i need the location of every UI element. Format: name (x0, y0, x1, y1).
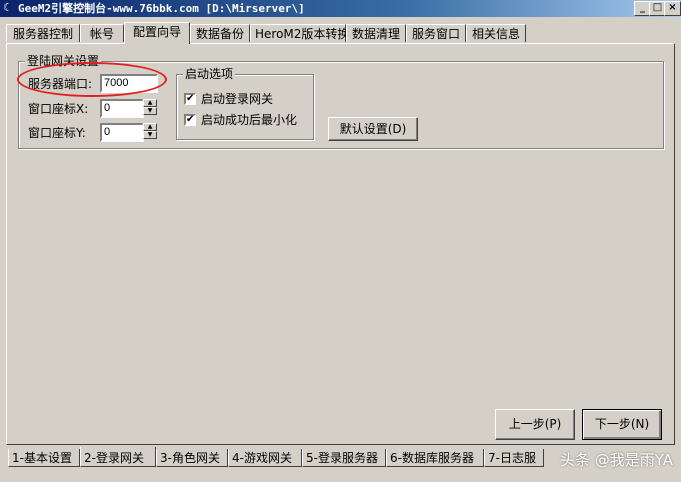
server-port-input[interactable]: 7000 (100, 74, 158, 93)
close-button[interactable]: × (664, 1, 681, 16)
window-x-label: 窗口座标X: (28, 102, 89, 116)
tab-data-backup[interactable]: 数据备份 (190, 24, 250, 42)
tab-game-gateway[interactable]: 4-游戏网关 (228, 449, 302, 467)
app-icon: ☾ (3, 1, 13, 14)
tab-server-control[interactable]: 服务器控制 (6, 24, 80, 42)
spin-up-icon[interactable]: ▲ (143, 123, 157, 131)
tab-basic-settings[interactable]: 1-基本设置 (8, 449, 80, 467)
watermark: 头条 @我是雨YA (559, 451, 673, 469)
tab-herom2-convert[interactable]: HeroM2版本转换 (250, 24, 349, 42)
tab-database-server[interactable]: 6-数据库服务器 (386, 449, 484, 467)
checkmark-icon: ✔ (186, 93, 195, 104)
tab-account[interactable]: 帐号 (80, 24, 124, 42)
tab-role-gateway[interactable]: 3-角色网关 (156, 449, 228, 467)
next-step-button[interactable]: 下一步(N) (582, 409, 662, 440)
spin-down-icon[interactable]: ▼ (143, 131, 157, 139)
prev-step-button[interactable]: 上一步(P) (495, 409, 575, 440)
login-gateway-group-title: 登陆网关设置 (25, 54, 102, 68)
tab-login-server[interactable]: 5-登录服务器 (302, 449, 386, 467)
spin-up-icon[interactable]: ▲ (143, 99, 157, 107)
title-bar: ☾ GeeM2引擎控制台-www.76bbk.com [D:\Mirserver… (0, 0, 681, 17)
start-login-gateway-label: 启动登录网关 (201, 92, 274, 106)
window-x-input[interactable]: 0 (100, 99, 144, 118)
checkmark-icon: ✔ (186, 114, 195, 125)
startup-options-groupbox: 启动选项 (176, 67, 314, 140)
tab-data-cleanup[interactable]: 数据清理 (346, 24, 406, 42)
tab-login-gateway[interactable]: 2-登录网关 (80, 447, 156, 467)
window-title: GeeM2引擎控制台-www.76bbk.com [D:\Mirserver\] (18, 2, 305, 15)
window-y-spinner[interactable]: ▲ ▼ (143, 123, 157, 142)
tab-log-server[interactable]: 7-日志服 (484, 449, 544, 467)
tab-config-wizard[interactable]: 配置向导 (124, 22, 190, 44)
checkbox-start-login-gateway[interactable]: ✔ (184, 93, 196, 105)
checkbox-minimize-after-start[interactable]: ✔ (184, 114, 196, 126)
tab-service-window[interactable]: 服务窗口 (406, 24, 466, 42)
window-y-input[interactable]: 0 (100, 123, 144, 142)
default-settings-button[interactable]: 默认设置(D) (328, 117, 418, 141)
window-y-label: 窗口座标Y: (28, 126, 86, 140)
server-port-label: 服务器端口: (28, 77, 93, 91)
startup-options-title: 启动选项 (183, 67, 236, 81)
tab-related-info[interactable]: 相关信息 (466, 24, 526, 42)
minimize-after-start-label: 启动成功后最小化 (201, 113, 298, 127)
window-x-spinner[interactable]: ▲ ▼ (143, 99, 157, 118)
spin-down-icon[interactable]: ▼ (143, 107, 157, 115)
